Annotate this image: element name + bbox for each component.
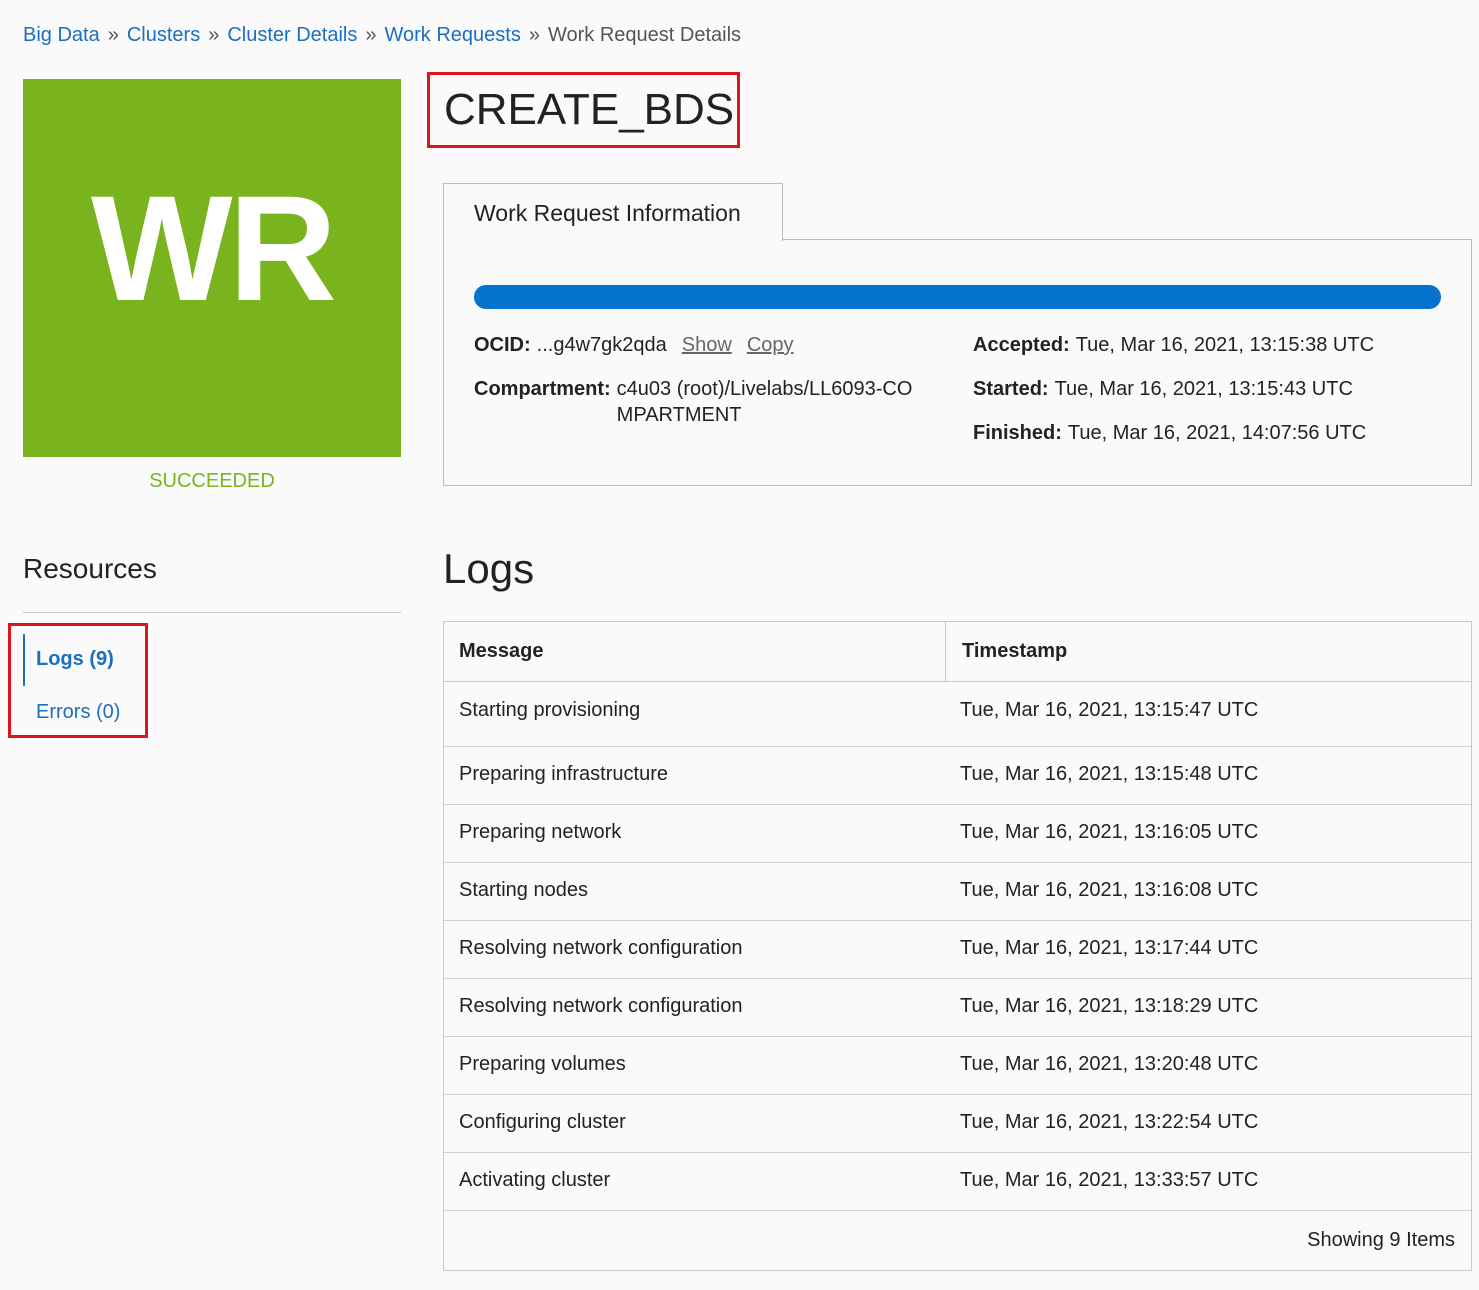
cell-timestamp: Tue, Mar 16, 2021, 13:18:29 UTC [960,995,1259,1017]
ocid-row: OCID: ...g4w7gk2qda Show Copy [474,332,929,358]
resources-divider [23,612,401,613]
started-label: Started: [973,378,1049,400]
logs-table: Message Timestamp Starting provisioning T… [443,621,1472,1271]
cell-timestamp: Tue, Mar 16, 2021, 13:20:48 UTC [960,1053,1259,1075]
cell-timestamp: Tue, Mar 16, 2021, 13:33:57 UTC [960,1169,1259,1191]
accepted-label: Accepted: [973,334,1070,356]
table-row: Preparing volumes Tue, Mar 16, 2021, 13:2… [444,1037,1471,1095]
show-ocid-link[interactable]: Show [682,332,732,358]
title-highlight-box: CREATE_BDS [427,72,740,148]
copy-ocid-link[interactable]: Copy [747,332,794,358]
finished-row: Finished: Tue, Mar 16, 2021, 14:07:56 UT… [973,420,1374,446]
resource-link-errors[interactable]: Errors (0) [36,701,120,724]
breadcrumb-work-requests[interactable]: Work Requests [385,24,521,46]
breadcrumb-separator: » [365,24,377,46]
cell-timestamp: Tue, Mar 16, 2021, 13:17:44 UTC [960,937,1259,959]
cell-message: Configuring cluster [459,1111,626,1133]
accepted-row: Accepted: Tue, Mar 16, 2021, 13:15:38 UT… [973,332,1374,358]
breadcrumb-separator: » [208,24,220,46]
tab-work-request-information[interactable]: Work Request Information [443,183,783,241]
finished-label: Finished: [973,422,1062,444]
logs-heading: Logs [443,545,535,592]
cell-message: Starting provisioning [459,699,641,721]
cell-timestamp: Tue, Mar 16, 2021, 13:16:05 UTC [960,821,1259,843]
compartment-label: Compartment: [474,378,611,400]
breadcrumb-clusters[interactable]: Clusters [127,24,200,46]
breadcrumb-cluster-details[interactable]: Cluster Details [227,24,357,46]
ocid-value: ...g4w7gk2qda [536,334,667,356]
progress-bar [474,285,1441,309]
table-footer-count: Showing 9 Items [1307,1229,1455,1251]
breadcrumb-current: Work Request Details [547,24,742,46]
cell-timestamp: Tue, Mar 16, 2021, 13:16:08 UTC [960,879,1259,901]
cell-timestamp: Tue, Mar 16, 2021, 13:15:47 UTC [960,699,1259,721]
column-divider [945,622,946,682]
breadcrumb-separator: » [107,24,119,46]
breadcrumb: Big Data » Clusters » Cluster Details » Work R… [23,22,741,48]
table-row: Resolving network configuration Tue, Mar … [444,921,1471,979]
cell-message: Preparing infrastructure [459,763,668,785]
table-row: Starting provisioning Tue, Mar 16, 2021, … [444,683,1471,747]
cell-message: Resolving network configuration [459,937,743,959]
column-header-message[interactable]: Message [459,640,544,663]
info-right-column: Accepted: Tue, Mar 16, 2021, 13:15:38 UT… [973,332,1374,446]
breadcrumb-big-data[interactable]: Big Data [23,24,100,46]
active-indicator [23,634,25,686]
page-title: CREATE_BDS [444,85,735,134]
breadcrumb-separator: » [528,24,540,46]
resource-link-logs[interactable]: Logs (9) [36,648,114,671]
started-row: Started: Tue, Mar 16, 2021, 13:15:43 UTC [973,376,1374,402]
resources-heading: Resources [23,553,157,584]
compartment-row: Compartment: c4u03 (root)/Livelabs/LL609… [474,376,929,428]
column-header-timestamp[interactable]: Timestamp [962,640,1067,663]
work-request-details-page: Big Data » Clusters » Cluster Details » Work R… [0,0,1479,1290]
cell-message: Activating cluster [459,1169,611,1191]
ocid-label: OCID: [474,334,531,356]
work-request-badge: WR [23,79,401,457]
cell-timestamp: Tue, Mar 16, 2021, 13:22:54 UTC [960,1111,1259,1133]
info-left-column: OCID: ...g4w7gk2qda Show Copy Compartmen… [474,332,929,428]
table-row: Resolving network configuration Tue, Mar … [444,979,1471,1037]
cell-message: Preparing network [459,821,622,843]
table-row: Configuring cluster Tue, Mar 16, 2021, 13… [444,1095,1471,1153]
finished-value: Tue, Mar 16, 2021, 14:07:56 UTC [1067,422,1367,444]
work-request-info-panel: OCID: ...g4w7gk2qda Show Copy Compartmen… [443,239,1472,486]
cell-timestamp: Tue, Mar 16, 2021, 13:15:48 UTC [960,763,1259,785]
table-row: Activating cluster Tue, Mar 16, 2021, 13:… [444,1153,1471,1211]
status-label: SUCCEEDED [149,470,275,492]
table-row: Preparing network Tue, Mar 16, 2021, 13:1… [444,805,1471,863]
compartment-value: c4u03 (root)/Livelabs/LL6093-COMPARTMENT [616,378,913,426]
accepted-value: Tue, Mar 16, 2021, 13:15:38 UTC [1075,334,1375,356]
table-header: Message Timestamp [444,622,1471,682]
table-row: Starting nodes Tue, Mar 16, 2021, 13:16:0… [444,863,1471,921]
badge-initials: WR [91,164,337,332]
table-row: Preparing infrastructure Tue, Mar 16, 202… [444,747,1471,805]
cell-message: Preparing volumes [459,1053,626,1075]
started-value: Tue, Mar 16, 2021, 13:15:43 UTC [1054,378,1353,400]
cell-message: Resolving network configuration [459,995,743,1017]
cell-message: Starting nodes [459,879,588,901]
